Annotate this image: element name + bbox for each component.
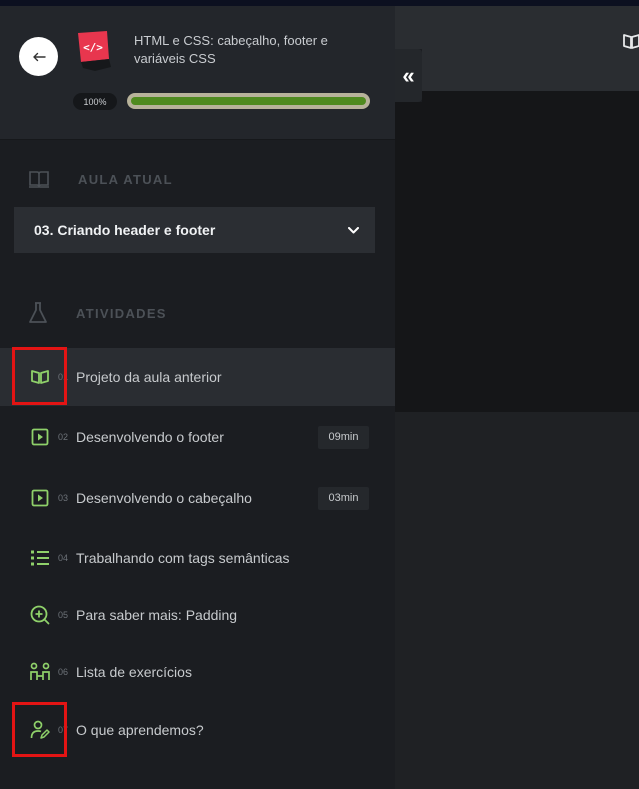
course-header: </> HTML e CSS: cabeçalho, footer e vari…	[0, 6, 395, 140]
video-area-edge	[395, 102, 422, 412]
video-area[interactable]	[422, 91, 639, 412]
activities-label: ATIVIDADES	[76, 305, 167, 321]
progress-bar	[127, 93, 370, 109]
sidebar: </> HTML e CSS: cabeçalho, footer e vari…	[0, 6, 395, 789]
main-header	[422, 6, 639, 91]
double-chevron-left-icon: «	[402, 62, 415, 88]
arrow-left-icon	[32, 52, 46, 61]
exercise-icon	[29, 661, 51, 683]
activity-title: Desenvolvendo o cabeçalho	[76, 490, 252, 506]
user-edit-icon	[29, 719, 51, 741]
main-header-edge	[395, 6, 422, 49]
activity-title: Projeto da aula anterior	[76, 369, 222, 385]
activity-title: Desenvolvendo o footer	[76, 429, 224, 445]
book-icon	[29, 366, 51, 388]
collapse-sidebar-button[interactable]: «	[395, 49, 422, 102]
back-button[interactable]	[19, 37, 58, 76]
activity-number: 02	[58, 432, 69, 442]
activity-number: 03	[58, 493, 69, 503]
activity-item[interactable]: 04 Trabalhando com tags semânticas	[0, 529, 395, 587]
activity-title: O que aprendemos?	[76, 722, 204, 738]
activity-item[interactable]: 02 Desenvolvendo o footer 09min	[0, 408, 395, 466]
activities-header: ATIVIDADES	[28, 301, 167, 325]
list-icon	[29, 547, 51, 569]
duration-badge: 09min	[318, 425, 369, 449]
activity-number: 05	[58, 610, 69, 620]
lesson-dropdown-value: 03. Criando header e footer	[34, 222, 216, 238]
course-icon: </>	[73, 29, 115, 73]
play-icon	[29, 487, 51, 509]
duration-badge: 03min	[318, 486, 369, 510]
current-lesson-header: AULA ATUAL	[28, 169, 173, 189]
activity-item[interactable]: 05 Para saber mais: Padding	[0, 586, 395, 644]
activity-item[interactable]: 01 Projeto da aula anterior	[0, 348, 395, 406]
flask-icon	[29, 302, 47, 323]
book-open-icon	[29, 171, 49, 188]
lesson-dropdown[interactable]: 03. Criando header e footer	[14, 207, 375, 253]
plus-circle-icon	[29, 604, 51, 626]
activity-item[interactable]: 03 Desenvolvendo o cabeçalho 03min	[0, 469, 395, 527]
activity-title: Trabalhando com tags semânticas	[76, 550, 290, 566]
activity-number: 01	[58, 372, 69, 382]
activity-item[interactable]: 07 O que aprendemos?	[0, 701, 395, 759]
chevron-down-icon	[348, 226, 359, 233]
activity-number: 06	[58, 667, 69, 677]
current-lesson-label: AULA ATUAL	[78, 171, 173, 187]
play-icon	[29, 426, 51, 448]
activity-title: Para saber mais: Padding	[76, 607, 238, 623]
svg-text:</>: </>	[83, 41, 103, 54]
progress-bar-fill	[131, 97, 366, 105]
activity-title: Lista de exercícios	[76, 664, 192, 680]
progress-label: 100%	[73, 93, 117, 110]
activity-item[interactable]: 06 Lista de exercícios	[0, 643, 395, 701]
activity-number: 04	[58, 553, 69, 563]
activity-number: 07	[58, 725, 69, 735]
content-area	[395, 412, 639, 789]
book-icon[interactable]	[622, 32, 639, 50]
course-title: HTML e CSS: cabeçalho, footer e variávei…	[134, 33, 328, 66]
